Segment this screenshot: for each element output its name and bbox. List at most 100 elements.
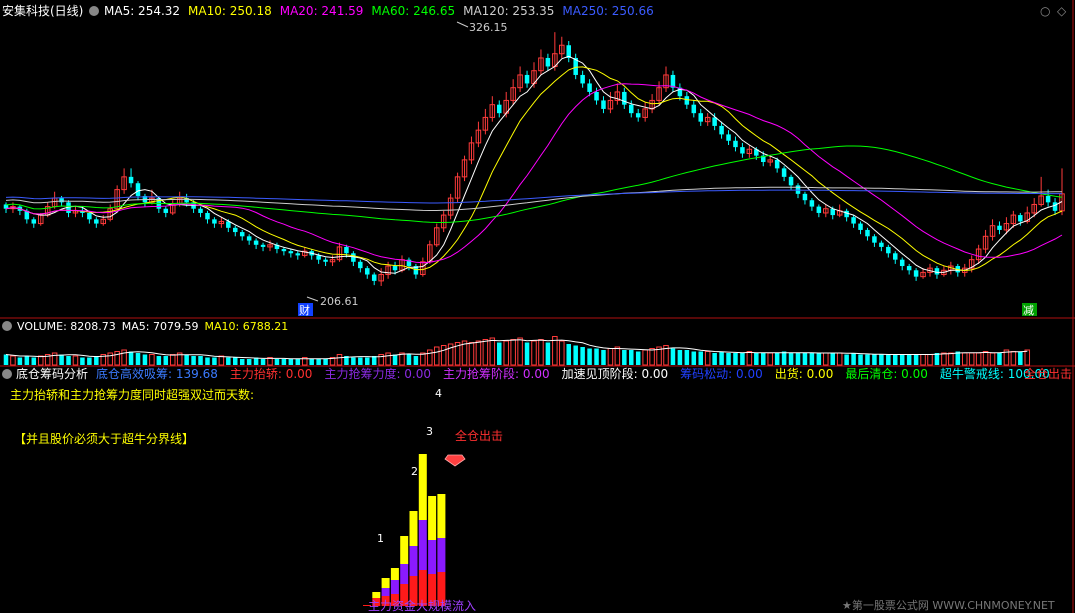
volume-bar bbox=[80, 357, 85, 365]
collapse-icon[interactable] bbox=[89, 6, 99, 16]
volume-bar bbox=[795, 353, 801, 365]
volume-bar bbox=[24, 356, 30, 365]
ma-line-MA20 bbox=[5, 83, 1063, 264]
volume-bar bbox=[288, 359, 294, 365]
candle-body bbox=[851, 217, 856, 224]
cai-marker: 财 bbox=[299, 303, 310, 317]
volume-bar bbox=[1018, 351, 1023, 365]
volume-bar bbox=[816, 353, 822, 365]
volume-bar bbox=[872, 354, 877, 365]
volume-bar bbox=[594, 348, 599, 365]
candle-body bbox=[712, 117, 717, 126]
volume-bar bbox=[351, 357, 356, 365]
volume-bar bbox=[10, 355, 16, 366]
volume-bar bbox=[961, 352, 968, 366]
volume-bar bbox=[941, 352, 947, 366]
candle-body bbox=[601, 100, 606, 109]
volume-bar bbox=[934, 353, 940, 365]
volume-bar bbox=[698, 351, 703, 365]
candle-body bbox=[246, 236, 252, 241]
volume-bar bbox=[212, 357, 217, 365]
volume-bar bbox=[427, 349, 433, 366]
indicator-bar-purple bbox=[400, 564, 409, 584]
volume-collapse-icon[interactable] bbox=[2, 321, 12, 331]
volume-bar bbox=[851, 353, 856, 365]
malabels-item-2: MA20: 241.59 bbox=[280, 4, 364, 18]
indicator-bar-purple bbox=[437, 538, 446, 572]
indicator-bar-yellow bbox=[381, 578, 390, 588]
volume-bar bbox=[754, 353, 759, 365]
volume-bar bbox=[559, 340, 565, 366]
volume-bar bbox=[66, 356, 71, 365]
candle-body bbox=[913, 270, 919, 277]
volume-bar bbox=[482, 339, 489, 366]
volume-bar bbox=[733, 353, 738, 365]
candle-body bbox=[594, 91, 599, 101]
candle-body bbox=[524, 74, 530, 84]
volume-bar bbox=[440, 345, 447, 366]
volume-bar bbox=[622, 350, 627, 365]
bar-label-3: 3 bbox=[426, 425, 433, 438]
indicator-bar-yellow bbox=[409, 511, 418, 546]
candle-body bbox=[802, 193, 808, 201]
main-title: 安集科技(日线) bbox=[2, 3, 83, 18]
candle-body bbox=[809, 200, 815, 207]
volume-bar bbox=[475, 340, 482, 366]
candle-body bbox=[740, 147, 745, 154]
vollabels-item-2: MA10: 6788.21 bbox=[204, 320, 288, 333]
indicator-bar-yellow bbox=[437, 494, 446, 538]
candle-body bbox=[719, 125, 724, 135]
volume-bar bbox=[712, 353, 717, 365]
volume-bar bbox=[858, 354, 863, 365]
volume-bar bbox=[836, 352, 843, 366]
candle-body bbox=[816, 206, 822, 213]
candle-body bbox=[135, 183, 141, 196]
volume-bar bbox=[3, 354, 9, 365]
indicator-collapse-icon[interactable] bbox=[2, 369, 12, 379]
volume-bar bbox=[649, 348, 655, 366]
candle-body bbox=[872, 236, 877, 243]
candle-body bbox=[1018, 215, 1023, 222]
volume-bar bbox=[239, 359, 245, 365]
volume-bar bbox=[358, 357, 363, 365]
volume-bar bbox=[893, 354, 898, 365]
indicator-bar-yellow bbox=[390, 568, 399, 580]
candle-body bbox=[684, 96, 690, 105]
volume-bar bbox=[233, 357, 238, 365]
volume-bar bbox=[1010, 351, 1017, 366]
volume-bar bbox=[205, 357, 210, 365]
volume-bar bbox=[614, 346, 621, 366]
volume-bar bbox=[503, 340, 509, 366]
indicator-bar-purple bbox=[428, 540, 437, 574]
note-line-1: 主力抬轿和主力抢筹力度同时超强双过而天数: bbox=[10, 387, 254, 402]
candle-body bbox=[906, 266, 912, 271]
volume-bar bbox=[823, 352, 829, 366]
indlabels-item-1: 主力抬轿: 0.00 bbox=[230, 366, 313, 381]
candle-body bbox=[239, 232, 245, 237]
volume-bar bbox=[295, 359, 301, 365]
candle-body bbox=[587, 83, 592, 92]
indlabels-item-6: 出货: 0.00 bbox=[775, 366, 834, 381]
volume-bar bbox=[510, 339, 516, 366]
volume-bar bbox=[385, 352, 391, 366]
volume-bar bbox=[226, 357, 231, 365]
indicator-bar-purple bbox=[390, 580, 399, 594]
candle-body bbox=[128, 176, 134, 184]
volume-bar bbox=[31, 357, 37, 365]
indlabels-item-2: 主力抢筹力度: 0.00 bbox=[324, 366, 431, 381]
candle-body bbox=[260, 244, 266, 247]
volume-bar bbox=[635, 351, 641, 365]
ma-line-MA250 bbox=[5, 189, 1062, 204]
volume-bar bbox=[246, 359, 252, 365]
volume-bar bbox=[309, 359, 314, 365]
settings-icon[interactable]: ○ bbox=[1040, 4, 1050, 18]
volume-bar bbox=[975, 352, 982, 366]
volume-bar bbox=[580, 347, 585, 365]
volume-bar bbox=[802, 353, 808, 365]
volume-bar bbox=[489, 337, 496, 366]
volume-bar bbox=[879, 354, 884, 365]
note-line-2: 【并且股价必须大于超牛分界线】 bbox=[14, 431, 194, 446]
volume-bar bbox=[982, 351, 989, 366]
volume-bar bbox=[107, 352, 113, 366]
diamond-icon[interactable]: ◇ bbox=[1057, 4, 1067, 18]
